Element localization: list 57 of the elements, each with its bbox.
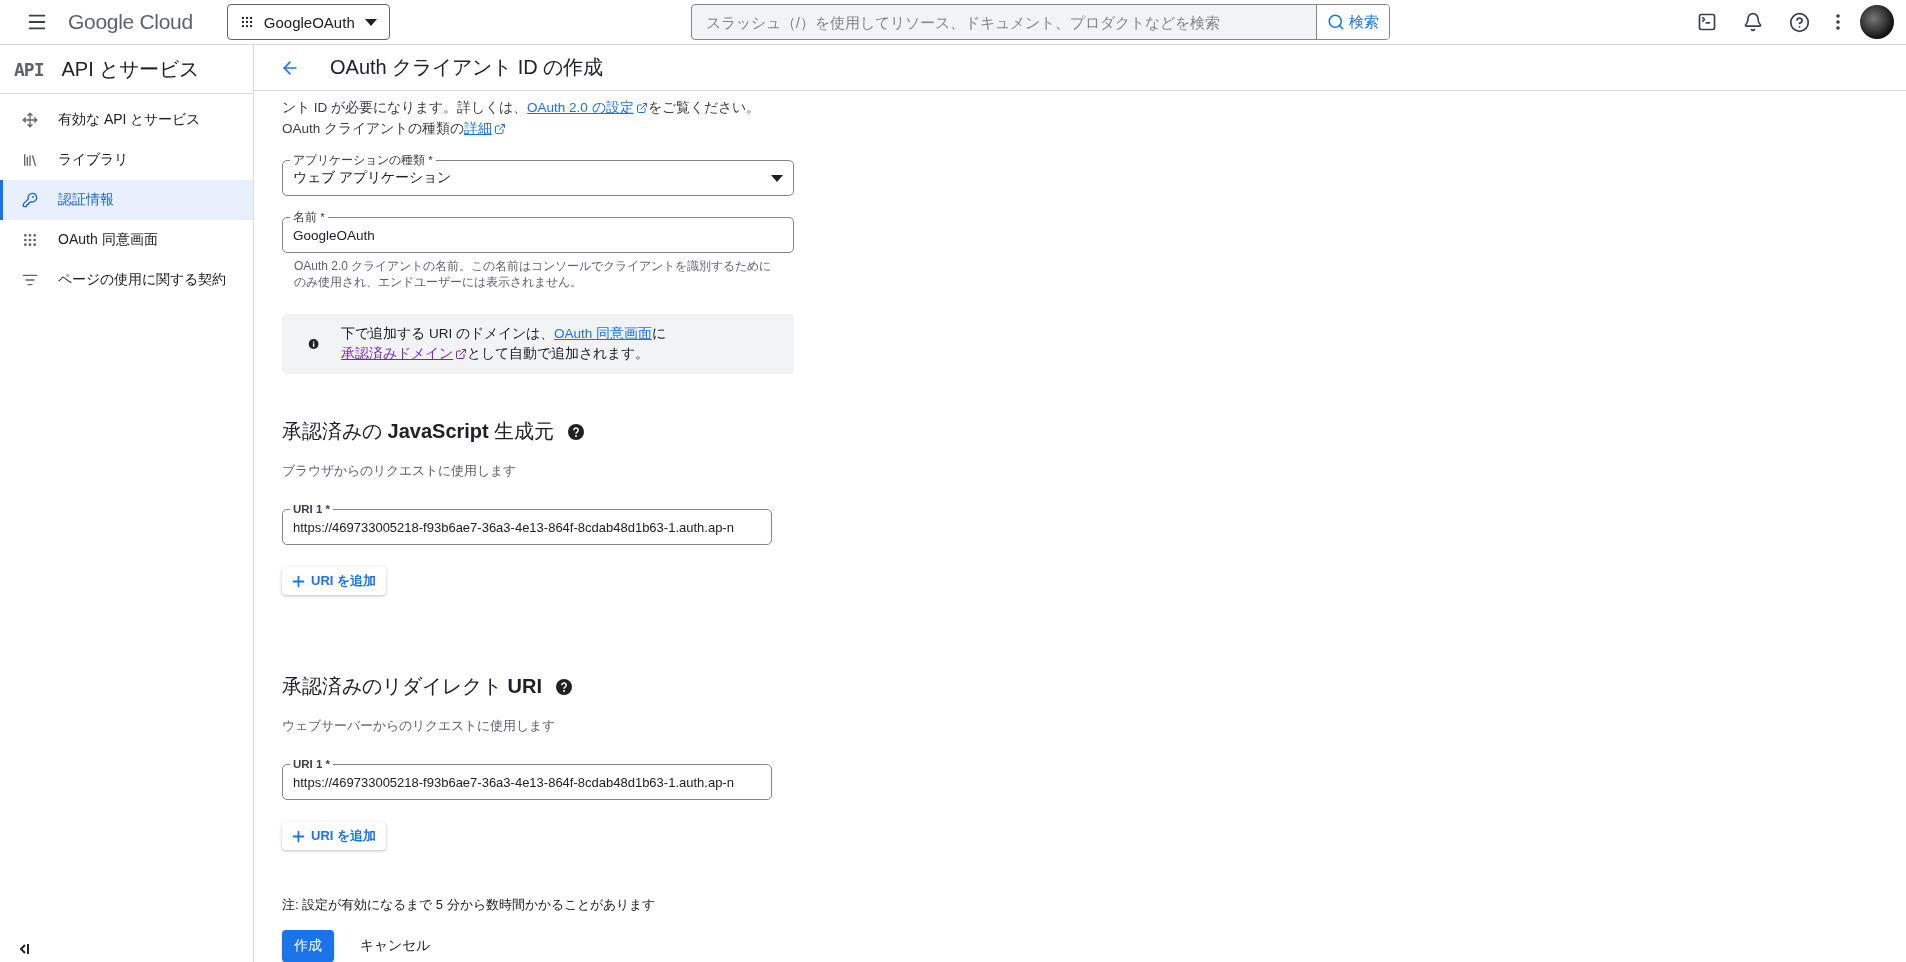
project-selector[interactable]: GoogleOAuth <box>226 4 390 40</box>
project-icon <box>239 15 254 29</box>
field-value: GoogleOAuth <box>293 227 376 243</box>
add-uri-button[interactable]: URI を追加 <box>282 567 386 595</box>
external-link-icon <box>494 122 507 135</box>
sidebar-title: API とサービス <box>61 56 200 82</box>
link[interactable]: 詳細 <box>464 118 507 139</box>
sidebar-item[interactable]: OAuth 同意画面 <box>0 220 253 260</box>
section-subtitle: ブラウザからのリクエストに使用します <box>282 463 517 480</box>
intro-paragraph: ント ID が必要になります。詳しくは、OAuth 2.0 の設定 をご覧ください。 OAuth クライアントの種類の詳細 <box>282 97 794 139</box>
field-label: アプリケーションの種類 * <box>290 153 436 167</box>
external-link-icon <box>635 101 648 114</box>
section-title: 承認済みの JavaScript 生成元 <box>282 419 555 444</box>
collapse-icon <box>18 942 30 956</box>
sidebar-item[interactable]: ページの使用に関する契約 <box>0 260 253 300</box>
dots-icon <box>22 232 38 248</box>
section-title: 承認済みのリダイレクト URI <box>282 674 542 699</box>
search-icon <box>1326 13 1345 31</box>
link[interactable]: 承認済みドメイン <box>341 344 468 364</box>
terminal-icon <box>1697 12 1717 32</box>
create-button[interactable]: 作成 <box>282 930 334 962</box>
field-hint: OAuth 2.0 クライアントの名前。この名前はコンソールでクライアントを識別するためにのみ使用され、エンドユーザーには表示されません。 <box>293 258 773 290</box>
section-subtitle: ウェブサーバーからのリクエストに使用します <box>282 718 556 735</box>
field-label: URI 1 * <box>290 757 334 771</box>
notice-text: 下で追加する URI のドメインは、OAuth 同意画面に 承認済みドメイン として自動で追加されます。 <box>341 324 784 364</box>
field-value: https://469733005218-f93b6ae7-36a3-4e13-864f-8cdab48d1b63-1.auth.ap-n <box>293 774 735 790</box>
search-field[interactable]: スラッシュ（/）を使用してリソース、ドキュメント、プロダクトなどを検索 検索 <box>690 4 1390 40</box>
search-button[interactable]: 検索 <box>1315 5 1389 39</box>
cancel-button[interactable]: キャンセル <box>344 930 446 962</box>
sidebar-item[interactable]: 有効な API とサービス <box>0 100 253 140</box>
dropdown-caret-icon <box>771 174 783 182</box>
external-link-icon <box>455 348 468 360</box>
info-icon <box>308 336 320 352</box>
list-icon <box>22 272 38 288</box>
field-value: ウェブ アプリケーション <box>293 169 452 187</box>
page-title: OAuth クライアント ID の作成 <box>330 55 604 80</box>
field-value: https://469733005218-f93b6ae7-36a3-4e13-864f-8cdab48d1b63-1.auth.ap-n <box>293 519 735 535</box>
help-icon[interactable] <box>568 423 585 440</box>
add-uri-button[interactable]: URI を追加 <box>282 822 386 850</box>
bars-icon <box>22 152 38 168</box>
avatar[interactable] <box>1860 5 1894 39</box>
field-label: 名前 * <box>290 210 328 224</box>
help-icon <box>1789 11 1810 33</box>
note-text: 注: 設定が有効になるまで 5 分から数時間かかることがあります <box>282 896 656 914</box>
sidebar-item[interactable]: ライブラリ <box>0 140 253 180</box>
move-icon <box>22 112 38 128</box>
link[interactable]: OAuth 2.0 の設定 <box>527 97 648 118</box>
help-icon[interactable] <box>556 678 572 695</box>
link[interactable]: OAuth 同意画面 <box>553 324 652 344</box>
api-logo: API <box>14 58 44 80</box>
logo[interactable]: Google Cloud <box>68 10 193 34</box>
dropdown-caret-icon <box>364 18 377 26</box>
bell-icon <box>1743 12 1763 32</box>
sidebar-item[interactable]: 認証情報 <box>0 180 253 220</box>
key-icon <box>22 192 38 208</box>
field-label: URI 1 * <box>290 502 334 516</box>
more-icon <box>1836 14 1840 30</box>
